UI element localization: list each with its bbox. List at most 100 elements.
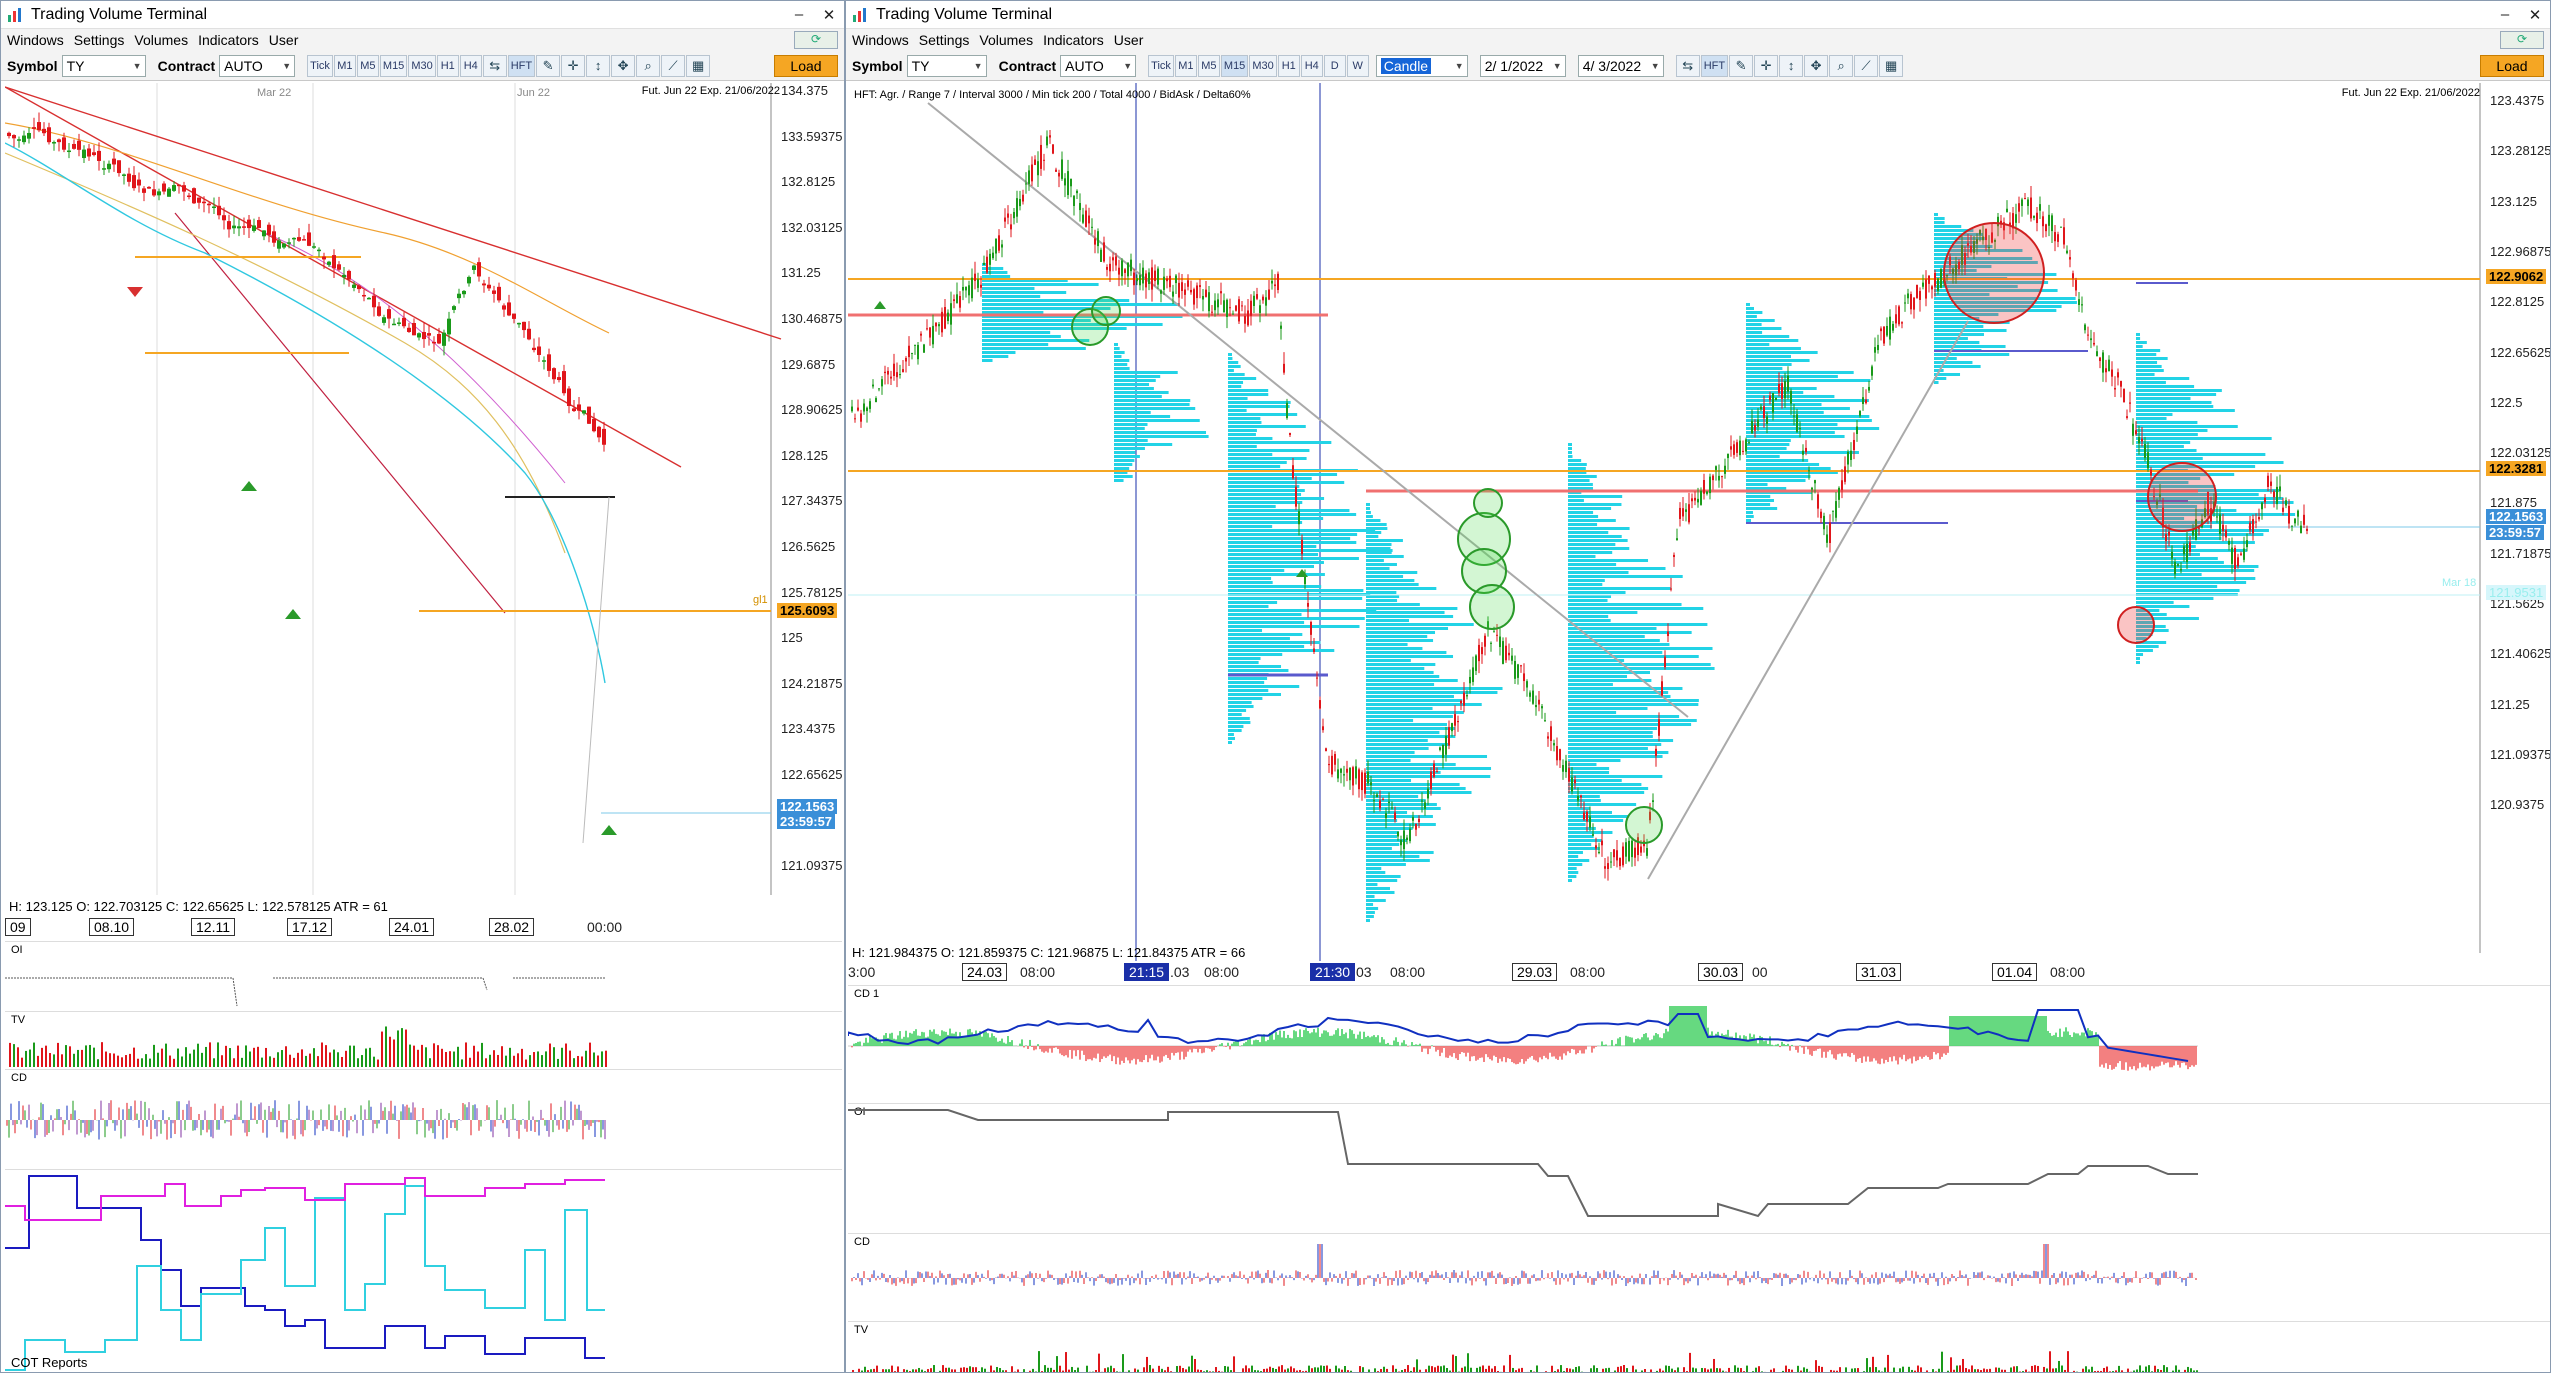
refresh-icon[interactable]: ⟳ <box>794 31 838 49</box>
menu-windows[interactable]: Windows <box>7 32 64 48</box>
crosshair-icon[interactable]: ✛ <box>561 54 586 77</box>
tf-m1[interactable]: M1 <box>333 54 356 77</box>
close-button[interactable]: ✕ <box>2520 6 2550 24</box>
candle-body <box>232 225 236 229</box>
symbol-select[interactable]: TY ▼ <box>61 54 146 77</box>
zoom-icon[interactable]: ⌕ <box>636 54 661 77</box>
candle-body <box>1796 414 1798 432</box>
menu-windows[interactable]: Windows <box>852 32 909 48</box>
left-date-axis: 09 08.10 12.11 17.12 24.01 28.02 00:00 <box>5 917 842 939</box>
volume-profile-bar <box>1568 863 1583 866</box>
right-tv-pane[interactable]: TV <box>848 1321 2550 1372</box>
range-icon[interactable]: ↕ <box>586 54 611 77</box>
candle-body <box>157 191 161 196</box>
left-price-chart[interactable]: Fut. Jun 22 Exp. 21/06/2022 Mar 22 Jun 2… <box>5 83 842 921</box>
hft-button[interactable]: HFT <box>507 54 536 77</box>
volume-bar <box>89 1044 91 1067</box>
candle-body <box>1856 426 1858 434</box>
crosshair-icon[interactable]: ✛ <box>1754 54 1779 77</box>
volume-profile-bar <box>1366 791 1472 794</box>
contract-select[interactable]: AUTO ▼ <box>219 54 296 77</box>
volume-profile-bar <box>1228 737 1236 740</box>
contract-select[interactable]: AUTO ▼ <box>1060 54 1137 77</box>
left-tv-pane[interactable]: TV <box>5 1011 842 1067</box>
candle-body <box>878 388 880 390</box>
cot-large-traders-line <box>5 1177 605 1221</box>
tf-m1[interactable]: M1 <box>1174 54 1197 77</box>
menu-indicators[interactable]: Indicators <box>1043 32 1104 48</box>
volume-profile-bar <box>982 359 993 362</box>
menu-volumes[interactable]: Volumes <box>134 32 188 48</box>
arrow-icon[interactable]: ⇆ <box>482 54 507 77</box>
minimize-button[interactable]: – <box>784 6 814 23</box>
tf-m5[interactable]: M5 <box>1197 54 1220 77</box>
volume-profile-bar <box>1366 643 1408 646</box>
tf-tick[interactable]: Tick <box>1148 54 1174 77</box>
close-button[interactable]: ✕ <box>814 6 844 24</box>
refresh-icon[interactable]: ⟳ <box>2500 31 2544 49</box>
right-oi-pane[interactable]: OI <box>848 1103 2550 1231</box>
volume-profile-bar <box>1228 701 1252 704</box>
volume-bar <box>1644 1369 1646 1372</box>
tf-tick[interactable]: Tick <box>307 54 333 77</box>
move-icon[interactable]: ✥ <box>1804 54 1829 77</box>
minimize-button[interactable]: – <box>2490 6 2520 23</box>
volume-profile-bar <box>1568 443 1572 446</box>
volume-profile-bar <box>1934 217 1945 220</box>
candle-body <box>2285 500 2287 506</box>
right-cd1-pane[interactable]: CD 1 <box>848 985 2550 1101</box>
candle-body <box>297 237 301 241</box>
pen-icon[interactable]: ✎ <box>1729 54 1754 77</box>
candle-body <box>382 317 386 323</box>
menu-user[interactable]: User <box>269 32 299 48</box>
pen-icon[interactable]: ✎ <box>536 54 561 77</box>
candle-body <box>1478 644 1480 662</box>
menu-user[interactable]: User <box>1114 32 1144 48</box>
tf-m15[interactable]: M15 <box>379 54 408 77</box>
menu-settings[interactable]: Settings <box>919 32 970 48</box>
grid-icon[interactable]: ▦ <box>686 54 711 77</box>
chart-type-select[interactable]: Candle ▼ <box>1375 54 1468 77</box>
ruler-icon[interactable]: ⟋ <box>1854 54 1879 77</box>
move-icon[interactable]: ✥ <box>611 54 636 77</box>
left-cot-pane[interactable]: COT Reports <box>5 1169 842 1372</box>
arrow-icon[interactable]: ⇆ <box>1675 54 1700 77</box>
left-oi-pane[interactable]: OI <box>5 941 842 1009</box>
tf-m5[interactable]: M5 <box>356 54 379 77</box>
tf-d[interactable]: D <box>1323 54 1346 77</box>
volume-profile-bar <box>1228 369 1234 372</box>
volume-bar <box>1290 1366 1292 1372</box>
candle-body <box>1586 811 1588 822</box>
right-price-chart[interactable]: HFT: Agr. / Range 7 / Interval 3000 / Mi… <box>848 83 2550 963</box>
load-button[interactable]: Load <box>2480 55 2544 77</box>
right-cd-pane[interactable]: CD <box>848 1233 2550 1319</box>
date-from-picker[interactable]: 2/ 1/2022 ▼ <box>1479 54 1566 77</box>
range-icon[interactable]: ↕ <box>1779 54 1804 77</box>
hft-button[interactable]: HFT <box>1700 54 1729 77</box>
volume-profile-bar <box>1568 539 1628 542</box>
tf-h1[interactable]: H1 <box>1277 54 1300 77</box>
left-cd-pane[interactable]: CD <box>5 1069 842 1167</box>
volume-bar <box>341 1056 343 1067</box>
tf-h4[interactable]: H4 <box>459 54 482 77</box>
zoom-icon[interactable]: ⌕ <box>1829 54 1854 77</box>
tf-m15[interactable]: M15 <box>1220 54 1249 77</box>
load-button[interactable]: Load <box>774 55 838 77</box>
menu-settings[interactable]: Settings <box>74 32 125 48</box>
tf-w[interactable]: W <box>1346 54 1369 77</box>
volume-profile-bar <box>1366 739 1428 742</box>
tf-m30[interactable]: M30 <box>408 54 436 77</box>
price-axis-label: 132.03125 <box>781 219 842 235</box>
date-label: 01.04 <box>1992 963 2038 981</box>
symbol-select[interactable]: TY ▼ <box>906 54 987 77</box>
candle-body <box>1100 249 1102 262</box>
ruler-icon[interactable]: ⟋ <box>661 54 686 77</box>
tf-h4[interactable]: H4 <box>1300 54 1323 77</box>
tf-m30[interactable]: M30 <box>1249 54 1277 77</box>
oi-line <box>848 1109 2198 1218</box>
date-to-picker[interactable]: 4/ 3/2022 ▼ <box>1577 54 1664 77</box>
tf-h1[interactable]: H1 <box>436 54 459 77</box>
grid-icon[interactable]: ▦ <box>1879 54 1904 77</box>
menu-indicators[interactable]: Indicators <box>198 32 259 48</box>
menu-volumes[interactable]: Volumes <box>979 32 1033 48</box>
